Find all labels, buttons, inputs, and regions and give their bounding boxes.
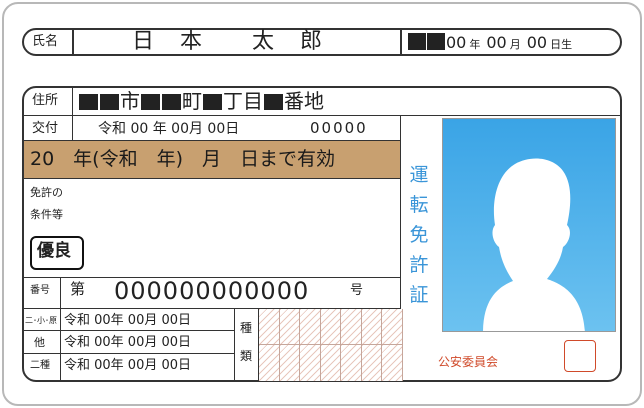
kind-cell [300,345,321,381]
category-date-2: 令和 00年 00月 00日 [64,335,192,350]
kind-label-1: 種 [240,321,253,335]
kind-cell [259,309,280,345]
issue-label: 交付 [32,121,59,136]
license-number-prefix: 第 [70,280,86,298]
category-label-1: 二･小･原 [25,316,57,325]
kind-label-2: 類 [240,349,253,363]
issue-date: 令和 00 年 00月 00日 [98,121,240,137]
person-silhouette-icon [483,158,585,331]
category-label-2: 他 [34,336,45,349]
seal-stamp [564,340,596,372]
kind-cell [259,345,280,381]
kind-cell [320,309,341,345]
kind-cell [361,345,382,381]
address-value: 市町丁目 番地 [78,91,324,111]
photo [442,118,616,332]
license-number: 000000000000 [114,277,310,305]
kind-cell [361,309,382,345]
address-label: 住所 [32,93,59,108]
kind-cell [279,309,300,345]
kind-cell [320,345,341,381]
license-title: 運転免許証 [409,164,429,306]
yuryo-label: 優良 [37,241,71,261]
number-label: 番号 [30,285,50,296]
kind-cell [341,345,362,381]
conditions-label-2: 条件等 [30,208,63,221]
conditions-label-1: 免許の [30,186,63,199]
name-value: 日 本 太 郎 [132,29,325,54]
birth-date: 00 年 00 月 00 日生 [408,33,572,51]
kind-cell [341,309,362,345]
kind-cell [300,309,321,345]
kind-cell [382,345,403,381]
license-number-suffix: 号 [350,283,364,298]
expiry-text: 20 年(令和 年) 月 日まで有効 [30,148,336,170]
public-safety-commission: 公安委員会 [438,355,499,369]
category-label-3: 二種 [30,360,50,371]
kind-cell [279,345,300,381]
category-date-3: 令和 00年 00月 00日 [64,358,192,373]
name-label: 氏名 [32,34,59,49]
kind-cell [382,309,403,345]
category-date-1: 令和 00年 00月 00日 [64,313,192,328]
issue-number: 00000 [310,119,368,137]
